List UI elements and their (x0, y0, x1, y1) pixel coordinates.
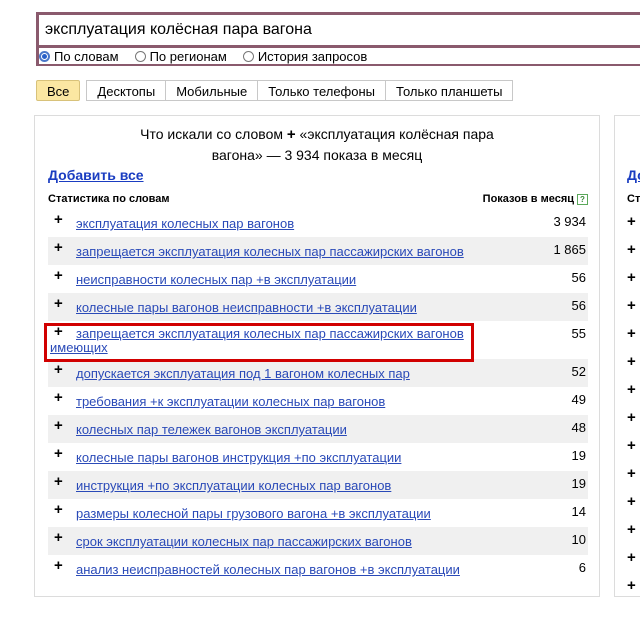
tab-all[interactable]: Все (36, 80, 81, 101)
shows-count: 6 (578, 560, 586, 575)
panel-headline: Что искали со словом + «эксплуатация кол… (35, 124, 599, 166)
add-plus-icon[interactable]: + (627, 297, 636, 314)
keyword-link[interactable]: анализ неисправностей колесных пар вагон… (76, 563, 496, 577)
headline-line2: вагона» — 3 934 показа в месяц (211, 147, 423, 163)
add-plus-icon[interactable]: + (54, 240, 63, 255)
search-bar: По словам По регионам История запросов (36, 12, 640, 66)
table-row: + запрещается эксплуатация колесных пар … (48, 237, 588, 265)
add-plus-icon[interactable]: + (627, 353, 636, 370)
tab-tablets-only[interactable]: Только планшеты (386, 80, 514, 101)
help-icon[interactable]: ? (577, 193, 588, 205)
add-plus-icon[interactable]: + (627, 577, 636, 594)
keyword-link[interactable]: неисправности колесных пар +в эксплуатац… (76, 273, 496, 287)
keyword-link[interactable]: требования +к эксплуатации колесных пар … (76, 395, 496, 409)
keyword-link[interactable]: колесные пары вагонов инструкция +по экс… (76, 451, 496, 465)
keyword-link[interactable]: срок эксплуатации колесных пар пассажирс… (76, 535, 496, 549)
add-plus-icon[interactable]: + (627, 465, 636, 482)
add-plus-icon[interactable]: + (627, 437, 636, 454)
table-row: + требования +к эксплуатации колесных па… (48, 387, 588, 415)
col-shows-header: Показов в месяц (482, 193, 574, 205)
add-plus-icon[interactable]: + (627, 269, 636, 286)
radio-icon[interactable] (242, 50, 254, 62)
table-row: + срок эксплуатации колесных пар пассажи… (48, 527, 588, 555)
option-by-regions-label: По регионам (149, 48, 227, 64)
table-row: + инструкция +по эксплуатации колесных п… (48, 471, 588, 499)
radio-icon[interactable] (134, 50, 146, 62)
add-plus-icon[interactable]: + (54, 362, 63, 377)
shows-count: 10 (571, 532, 586, 547)
shows-count: 56 (571, 298, 586, 313)
option-by-words-label: По словам (54, 48, 119, 64)
add-plus-icon[interactable]: + (54, 212, 63, 227)
add-plus-icon[interactable]: + (54, 390, 63, 405)
table-row: + допускается эксплуатация под 1 вагоном… (48, 359, 588, 387)
plus-icon: + (286, 126, 296, 143)
option-history-label: История запросов (257, 48, 368, 64)
table-row: + неисправности колесных пар +в эксплуат… (48, 265, 588, 293)
keyword-link[interactable]: колесные пары вагонов неисправности +в э… (76, 301, 496, 315)
device-tabs: Все Десктопы Мобильные Только телефоны Т… (36, 80, 514, 101)
keyword-link[interactable]: допускается эксплуатация под 1 вагоном к… (76, 367, 496, 381)
add-plus-icon[interactable]: + (54, 474, 63, 489)
shows-count: 14 (571, 504, 586, 519)
tab-desktops[interactable]: Десктопы (86, 80, 167, 101)
shows-count: 1 865 (553, 242, 586, 257)
table-row: + запрещается эксплуатация колесных пар … (48, 321, 588, 359)
shows-count: 48 (571, 420, 586, 435)
radio-checked-icon[interactable] (39, 50, 50, 62)
keyword-link[interactable]: запрещается эксплуатация колесных пар па… (76, 245, 496, 259)
keyword-link[interactable]: инструкция +по эксплуатации колесных пар… (76, 479, 496, 493)
add-plus-icon[interactable]: + (627, 381, 636, 398)
add-plus-icon[interactable]: + (54, 418, 63, 433)
col-words-header: Статистика по словам (48, 193, 170, 205)
add-plus-icon[interactable]: + (54, 296, 63, 311)
search-mode-options: По словам По регионам История запросов (39, 48, 640, 64)
add-plus-icon[interactable]: + (54, 502, 63, 517)
words-table: + эксплуатация колесных пар вагонов 3 93… (48, 209, 588, 583)
tab-phones-only[interactable]: Только телефоны (258, 80, 387, 101)
shows-count: 56 (571, 270, 586, 285)
option-history[interactable]: История запросов (242, 48, 368, 64)
add-plus-icon[interactable]: + (54, 558, 63, 573)
add-plus-icon[interactable]: + (627, 325, 636, 342)
add-plus-icon[interactable]: + (627, 241, 636, 258)
add-plus-icon[interactable]: + (54, 530, 63, 545)
shows-count: 49 (571, 392, 586, 407)
option-by-regions[interactable]: По регионам (134, 48, 227, 64)
option-by-words[interactable]: По словам (39, 49, 119, 64)
headline-prefix: Что искали со словом (140, 126, 283, 142)
table-row: + анализ неисправностей колесных пар ваг… (48, 555, 588, 583)
add-plus-icon[interactable]: + (54, 446, 63, 461)
table-row: + размеры колесной пары грузового вагона… (48, 499, 588, 527)
headline-query: «эксплуатация колёсная пара (299, 126, 494, 142)
add-plus-icon[interactable]: + (627, 213, 636, 230)
table-row: + колесных пар тележек вагонов эксплуата… (48, 415, 588, 443)
keyword-link[interactable]: запрещается эксплуатация колесных пар па… (50, 327, 470, 355)
shows-count: 19 (571, 448, 586, 463)
shows-count: 55 (571, 326, 586, 341)
add-plus-icon[interactable]: + (627, 521, 636, 538)
second-panel-header: Стати (627, 193, 640, 205)
add-plus-icon[interactable]: + (627, 493, 636, 510)
keyword-link[interactable]: колесных пар тележек вагонов эксплуатаци… (76, 423, 496, 437)
words-panel: Что искали со словом + «эксплуатация кол… (34, 115, 600, 597)
table-row: + колесные пары вагонов неисправности +в… (48, 293, 588, 321)
add-plus-icon[interactable]: + (54, 268, 63, 283)
second-panel-add-link[interactable]: До (627, 167, 640, 183)
add-plus-icon[interactable]: + (627, 549, 636, 566)
add-all-link[interactable]: Добавить все (48, 167, 144, 183)
table-row: + колесные пары вагонов инструкция +по э… (48, 443, 588, 471)
table-row: + эксплуатация колесных пар вагонов 3 93… (48, 209, 588, 237)
shows-count: 19 (571, 476, 586, 491)
keyword-link[interactable]: эксплуатация колесных пар вагонов (76, 217, 496, 231)
add-plus-icon[interactable]: + (627, 409, 636, 426)
table-header: Статистика по словам Показов в месяц ? (48, 193, 588, 205)
second-panel: До Стати + + + + + + + + + + + + + + (614, 115, 640, 597)
keyword-link[interactable]: размеры колесной пары грузового вагона +… (76, 507, 496, 521)
search-input[interactable] (39, 15, 640, 45)
shows-count: 52 (571, 364, 586, 379)
tab-mobile[interactable]: Мобильные (166, 80, 259, 101)
shows-count: 3 934 (553, 214, 586, 229)
